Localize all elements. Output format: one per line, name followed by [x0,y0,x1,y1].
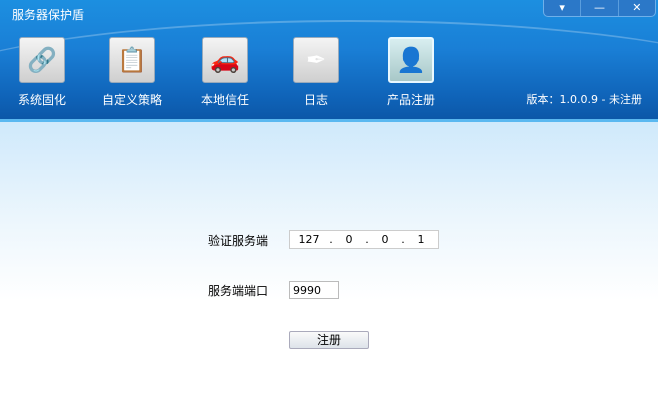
window-title: 服务器保护盾 [12,8,85,22]
window-controls: ▾ — ✕ [543,0,656,17]
tool-label: 日志 [303,93,328,107]
drive-chain-icon: 🔗 [19,37,65,83]
minimize-button[interactable]: — [581,0,619,16]
tool-local-trust[interactable]: 🚗 本地信任 [180,37,270,108]
policy-add-icon: 📋 [109,37,155,83]
close-button[interactable]: ✕ [619,0,655,16]
version-text: 版本：1.0.0.9 - 未注册 [526,93,642,106]
car-add-icon: 🚗 [202,37,248,83]
ip-octet-4[interactable]: 1 [406,233,436,246]
tool-label: 本地信任 [200,93,249,107]
menu-button[interactable]: ▾ [544,0,582,16]
tool-log[interactable]: ✒ 日志 [271,37,361,108]
register-user-icon: 👤 [388,37,434,83]
server-ip-input[interactable]: 127 . 0 . 0 . 1 [289,230,439,249]
ip-octet-3[interactable]: 0 [370,233,400,246]
port-input[interactable]: 9990 [289,281,339,299]
tool-label: 自定义策略 [101,93,162,107]
ip-octet-2[interactable]: 0 [334,233,364,246]
tool-label: 产品注册 [386,93,435,107]
register-button[interactable]: 注册 [289,331,369,349]
register-panel [0,122,658,420]
port-label: 服务端端口 [208,284,269,298]
server-label: 验证服务端 [208,234,269,248]
log-pen-icon: ✒ [293,37,339,83]
tool-product-register[interactable]: 👤 产品注册 [366,37,456,108]
tool-custom-policy[interactable]: 📋 自定义策略 [87,37,177,108]
tool-label: 系统固化 [17,93,66,107]
ip-octet-1[interactable]: 127 [290,233,328,246]
tool-system-lock[interactable]: 🔗 系统固化 [0,37,87,108]
header: 服务器保护盾 ▾ — ✕ 🔗 系统固化 📋 自定义策略 🚗 本地信任 ✒ 日志 … [0,0,658,122]
